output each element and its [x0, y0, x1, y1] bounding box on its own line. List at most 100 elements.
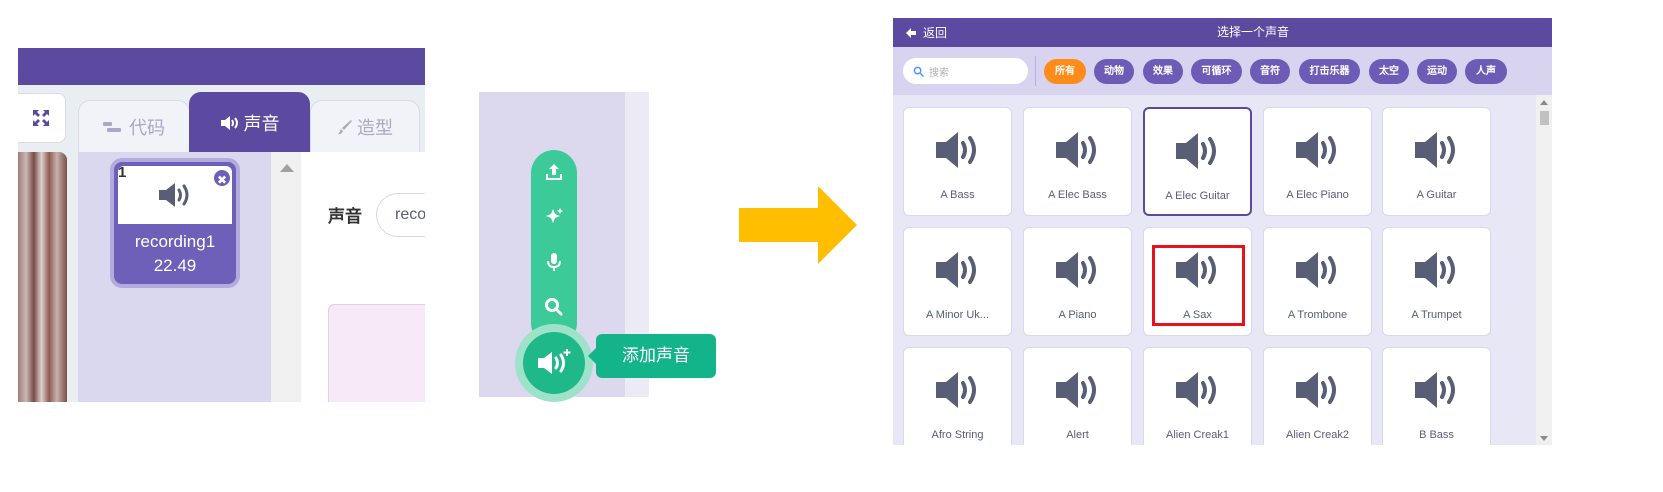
search-icon [913, 66, 924, 77]
tab-code[interactable]: 代码 [78, 100, 190, 152]
sound-tile-recording1[interactable]: 1 ✖ recording1 22.49 [110, 158, 240, 288]
upload-sound-button[interactable] [539, 157, 569, 187]
sound-card[interactable]: A Bass [903, 107, 1012, 216]
surprise-icon [546, 208, 563, 223]
sound-card-label: A Trombone [1287, 309, 1348, 321]
category-loops[interactable]: 可循环 [1191, 59, 1242, 84]
tab-costumes[interactable]: 造型 [310, 100, 420, 152]
sound-card[interactable]: A Elec Guitar [1143, 107, 1252, 216]
speaker-icon [1383, 370, 1490, 410]
sound-name-input[interactable]: reco [376, 193, 425, 237]
library-scrollbar[interactable] [1536, 95, 1552, 445]
scrollbar-thumb[interactable] [1540, 111, 1549, 125]
sound-card[interactable]: A Elec Piano [1263, 107, 1372, 216]
sound-card[interactable]: A Minor Uk... [903, 227, 1012, 336]
menu-bar [18, 48, 425, 85]
filter-divider [1035, 56, 1036, 86]
code-icon [103, 121, 121, 132]
sound-tile-duration: 22.49 [153, 256, 197, 275]
sound-card-label: A Piano [1058, 309, 1097, 321]
sound-tile-name: recording1 [134, 232, 216, 251]
upload-icon [546, 164, 562, 180]
speaker-icon [1264, 250, 1371, 290]
sound-card[interactable]: A Guitar [1382, 107, 1491, 216]
record-icon [547, 253, 561, 271]
sound-card[interactable]: A Piano [1023, 227, 1132, 336]
sound-card-label: A Elec Bass [1048, 189, 1107, 201]
sound-card[interactable]: Afro String [903, 347, 1012, 445]
library-title: 选择一个声音 [1216, 25, 1289, 39]
sound-library: 返回 选择一个声音 搜索 所有 动物 效果 可循环 音符 打击乐器 太空 运动 … [893, 18, 1552, 445]
category-percussion[interactable]: 打击乐器 [1299, 59, 1360, 84]
search-icon [545, 298, 563, 316]
category-effects[interactable]: 效果 [1143, 59, 1183, 84]
sound-card[interactable]: Alien Creak2 [1263, 347, 1372, 445]
arrow-right-icon [739, 186, 857, 264]
add-sound-menu-panel: 添加声音 [479, 92, 716, 402]
close-icon: ✖ [216, 173, 228, 187]
speaker-plus-icon [538, 349, 571, 374]
library-header: 返回 选择一个声音 [893, 18, 1552, 47]
sound-card-label: A Elec Guitar [1165, 190, 1230, 202]
sound-card-label: A Guitar [1416, 189, 1457, 201]
sound-card-label: A Trumpet [1411, 309, 1462, 321]
scroll-down-arrow[interactable] [1540, 436, 1548, 441]
speaker-icon [1024, 370, 1131, 410]
category-all[interactable]: 所有 [1044, 59, 1086, 84]
sound-card[interactable]: A Trumpet [1382, 227, 1491, 336]
sound-card[interactable]: B Bass [1382, 347, 1491, 445]
sound-card[interactable]: A Trombone [1263, 227, 1372, 336]
sound-card-label: Alien Creak2 [1286, 429, 1349, 441]
record-sound-button[interactable] [539, 247, 569, 277]
highlight-box [1152, 245, 1245, 326]
sound-card-label: Afro String [931, 429, 984, 441]
tab-code-label: 代码 [129, 117, 165, 138]
add-sound-tooltip: 添加声音 [588, 334, 716, 378]
tab-sounds-label: 声音 [243, 113, 280, 134]
speaker-icon [1264, 130, 1371, 170]
tab-sounds[interactable]: 声音 [189, 92, 310, 152]
sound-card-label: B Bass [1419, 429, 1454, 441]
speaker-icon [1145, 131, 1250, 171]
fullscreen-icon [33, 110, 49, 126]
scroll-up-arrow[interactable] [280, 164, 294, 172]
speaker-icon [220, 115, 238, 130]
speaker-icon [904, 250, 1011, 290]
sound-card-label: Alien Creak1 [1166, 429, 1229, 441]
sound-card-label: Alert [1066, 429, 1089, 441]
category-sports[interactable]: 运动 [1417, 59, 1457, 84]
delete-sound-button[interactable]: ✖ [212, 168, 232, 188]
add-sound-button[interactable] [523, 332, 585, 394]
sound-list-scrollbar[interactable] [271, 152, 301, 402]
stage-preview [18, 152, 67, 402]
scroll-up-arrow[interactable] [1540, 100, 1548, 105]
brush-icon [338, 119, 352, 134]
tab-costumes-label: 造型 [357, 117, 393, 138]
speaker-icon [1383, 250, 1490, 290]
speaker-icon [904, 370, 1011, 410]
sound-card-label: A Minor Uk... [926, 309, 989, 321]
sound-card[interactable]: Alien Creak1 [1143, 347, 1252, 445]
search-input[interactable]: 搜索 [903, 58, 1028, 84]
speaker-icon [904, 130, 1011, 170]
speaker-icon [1024, 130, 1131, 170]
speaker-icon [1264, 370, 1371, 410]
fullscreen-button[interactable] [18, 93, 66, 143]
category-voice[interactable]: 人声 [1465, 59, 1507, 84]
waveform-area[interactable] [328, 304, 425, 402]
sound-card[interactable]: A Elec Bass [1023, 107, 1132, 216]
speaker-icon [159, 183, 189, 207]
category-space[interactable]: 太空 [1369, 59, 1409, 84]
choose-sound-button[interactable] [539, 292, 569, 322]
speaker-icon [1144, 370, 1251, 410]
sound-card[interactable]: Alert [1023, 347, 1132, 445]
speaker-icon [1383, 130, 1490, 170]
sound-card-label: A Bass [940, 189, 975, 201]
sound-name-label: 声音 [328, 207, 362, 226]
category-notes[interactable]: 音符 [1250, 59, 1290, 84]
surprise-sound-button[interactable] [539, 202, 569, 232]
category-animals[interactable]: 动物 [1094, 59, 1134, 84]
sound-index: 1 [118, 164, 127, 181]
sound-card-label: A Elec Piano [1286, 189, 1349, 201]
speaker-icon [1024, 250, 1131, 290]
